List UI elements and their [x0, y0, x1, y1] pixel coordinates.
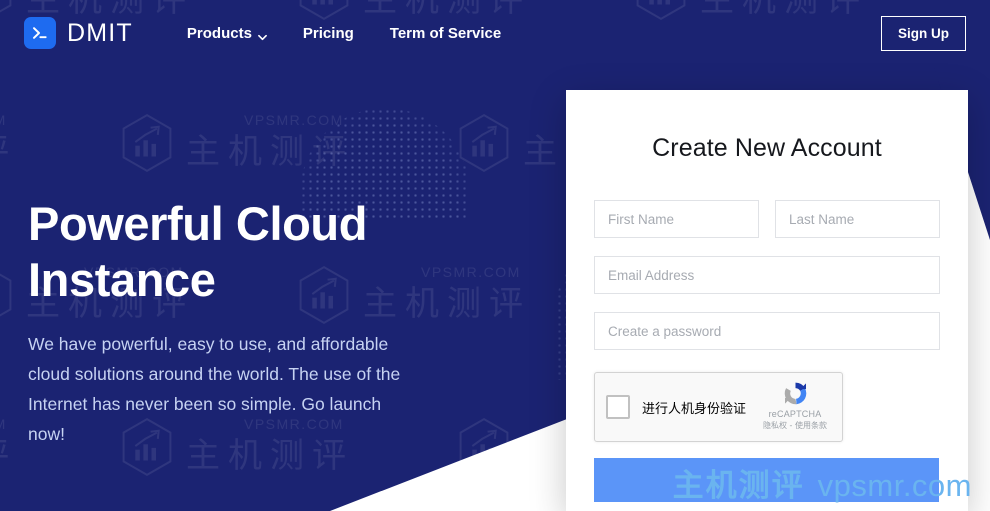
name-fields-row: [594, 200, 940, 238]
signup-button[interactable]: Sign Up: [881, 15, 966, 51]
signup-card: Create New Account 进行人机身份验证 reCAPTCHA 隐私…: [566, 90, 968, 511]
main-navigation: Products Pricing Term of Service: [187, 25, 501, 42]
last-name-input[interactable]: [775, 200, 940, 238]
nav-item-label: Pricing: [302, 24, 354, 42]
brand-logo[interactable]: DMIT: [24, 17, 133, 49]
recaptcha-widget[interactable]: 进行人机身份验证 reCAPTCHA 隐私权 - 使用条款: [594, 372, 843, 442]
page-root: VPSMR.COM主机测评VPSMR.COM主机测评VPSMR.COM主机测评V…: [0, 0, 990, 511]
recaptcha-icon: [784, 382, 806, 405]
brand-name: DMIT: [67, 18, 133, 47]
chevron-down-icon: [258, 29, 267, 40]
nav-item-term-of-service[interactable]: Term of Service: [390, 25, 501, 42]
email-input[interactable]: [594, 256, 940, 294]
nav-item-products[interactable]: Products: [187, 25, 267, 42]
watermark-tile: VPSMR.COM主机测评: [0, 416, 17, 477]
first-name-input[interactable]: [594, 200, 759, 238]
hero-title-line-1: Powerful Cloud: [28, 197, 368, 250]
watermark-tile: VPSMR.COM主机测评: [120, 112, 354, 173]
recaptcha-terms-text: 隐私权 - 使用条款: [763, 421, 827, 430]
recaptcha-checkbox[interactable]: [606, 395, 630, 419]
nav-item-label: Products: [186, 24, 252, 42]
page-title: Powerful Cloud Instance: [28, 196, 458, 309]
terminal-prompt-icon: [24, 17, 56, 49]
hero-subtitle: We have powerful, easy to use, and affor…: [28, 333, 401, 445]
create-account-button[interactable]: [594, 458, 939, 502]
hero-title-line-2: Instance: [28, 253, 216, 307]
nav-item-label: Term of Service: [389, 24, 502, 42]
site-header: DMIT Products Pricing Term of Service Si…: [0, 0, 990, 66]
recaptcha-branding: reCAPTCHA 隐私权 - 使用条款: [757, 379, 833, 431]
hero-section: Powerful Cloud Instance We have powerful…: [28, 196, 458, 449]
password-input[interactable]: [594, 312, 940, 350]
watermark-tile: VPSMR.COM主机测评: [0, 112, 17, 173]
nav-item-pricing[interactable]: Pricing: [303, 25, 354, 42]
recaptcha-brand-text: reCAPTCHA: [768, 409, 822, 419]
recaptcha-label: 进行人机身份验证: [642, 401, 747, 417]
signup-card-title: Create New Account: [652, 134, 882, 162]
